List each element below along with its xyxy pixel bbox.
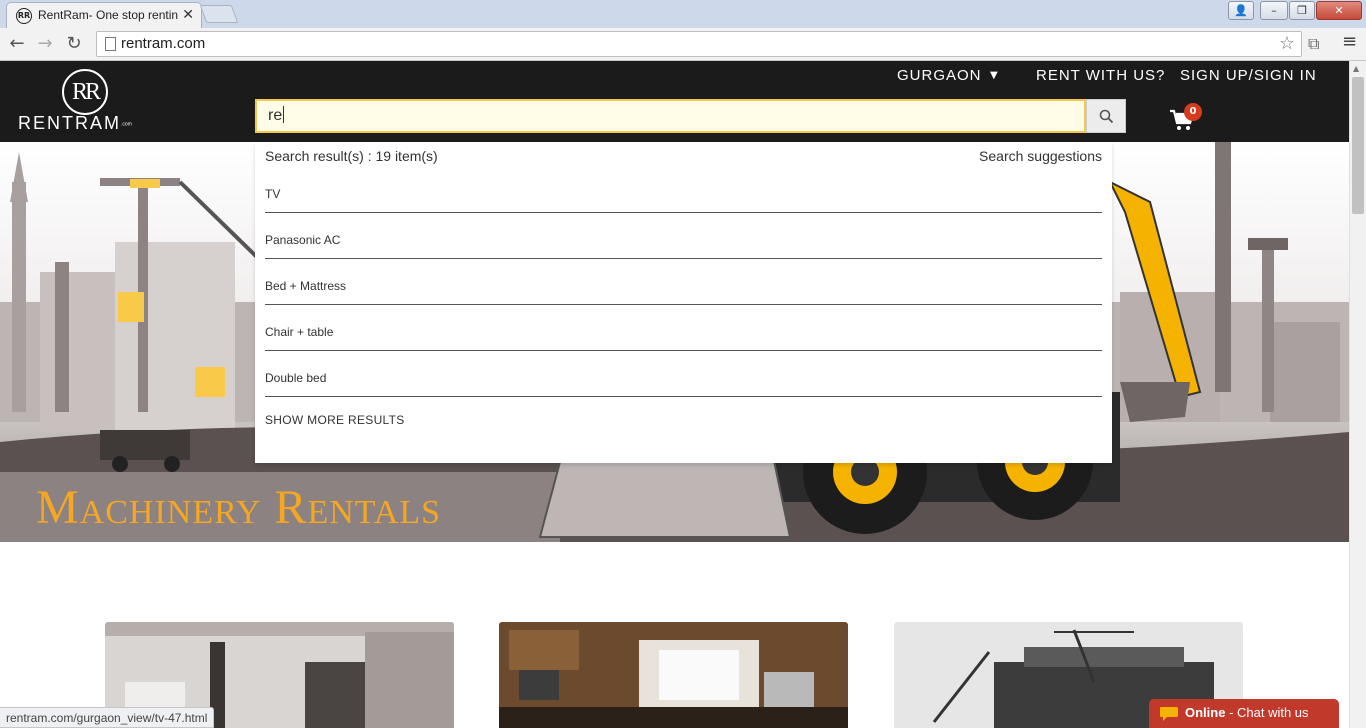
forward-button[interactable]: →: [33, 32, 57, 56]
result-label: Bed + Mattress: [265, 279, 347, 293]
live-chat-button[interactable]: Online - Chat with us: [1149, 699, 1339, 728]
search-result-count: Search result(s) : 19 item(s): [265, 148, 438, 164]
browser-tabstrip: RR RentRam- One stop rentin ✕ 👤 – ❐ ✕: [0, 0, 1366, 28]
back-button[interactable]: ←: [5, 32, 29, 56]
url-text[interactable]: rentram.com: [121, 35, 205, 52]
caret-down-icon[interactable]: ▼: [990, 70, 998, 81]
result-label: TV: [265, 187, 281, 201]
cart-count-badge[interactable]: 0: [1184, 103, 1202, 121]
arrow-right-icon: →: [37, 33, 53, 54]
maximize-button[interactable]: ❐: [1289, 1, 1315, 20]
kitchen-image: [499, 622, 848, 728]
result-label: Double bed: [265, 371, 327, 385]
result-label: Chair + table: [265, 325, 334, 339]
page-scrollbar[interactable]: ▲: [1349, 61, 1366, 728]
text-cursor: [283, 106, 285, 123]
page-icon: [105, 37, 116, 51]
search-result-item[interactable]: Bed + Mattress: [265, 259, 1102, 305]
new-tab-button[interactable]: [199, 5, 239, 23]
minimize-icon: –: [1271, 4, 1277, 17]
close-icon: ✕: [1334, 4, 1344, 17]
rentram-favicon-icon: RR: [16, 8, 32, 24]
rentram-logo-icon[interactable]: RR: [62, 69, 108, 115]
category-card-kitchen[interactable]: [499, 622, 848, 728]
extension-icon[interactable]: ⧉: [1308, 34, 1319, 54]
search-result-item[interactable]: Chair + table: [265, 305, 1102, 351]
search-result-item[interactable]: TV: [265, 167, 1102, 213]
reload-button[interactable]: ↻: [62, 32, 86, 56]
sign-in-link[interactable]: SIGN UP/SIGN IN: [1180, 67, 1317, 84]
search-input[interactable]: re: [255, 99, 1086, 133]
scroll-thumb[interactable]: [1352, 77, 1364, 214]
address-bar[interactable]: rentram.com ☆: [96, 31, 1302, 57]
browser-tab[interactable]: RR RentRam- One stop rentin ✕: [6, 2, 202, 28]
search-result-item[interactable]: Double bed: [265, 351, 1102, 397]
maximize-icon: ❐: [1297, 4, 1307, 17]
tab-title: RentRam- One stop rentin: [38, 8, 178, 22]
search-icon: [1099, 109, 1114, 124]
user-profile-button[interactable]: 👤: [1228, 1, 1254, 20]
logo-suffix: .com: [121, 121, 132, 128]
arrow-left-icon: ←: [9, 33, 25, 54]
window-close-button[interactable]: ✕: [1316, 1, 1362, 20]
chat-text: - Chat with us: [1225, 705, 1309, 720]
search-results-dropdown: Search result(s) : 19 item(s) Search sug…: [255, 142, 1112, 463]
bookmark-star-icon[interactable]: ☆: [1279, 33, 1295, 54]
logo-wordmark[interactable]: RENTRAM.com: [18, 113, 132, 134]
search-suggestions-heading: Search suggestions: [979, 148, 1102, 164]
tab-close-icon[interactable]: ✕: [182, 6, 194, 23]
search-result-item[interactable]: Panasonic AC: [265, 213, 1102, 259]
browser-status-bar: rentram.com/gurgaon_view/tv-47.html: [0, 707, 215, 728]
rent-with-us-link[interactable]: RENT WITH US?: [1036, 67, 1165, 84]
chat-status: Online: [1185, 705, 1226, 720]
chat-bubble-icon: [1160, 707, 1178, 721]
site-header: RR RENTRAM.com GURGAON ▼ RENT WITH US? S…: [0, 61, 1349, 142]
result-label: Panasonic AC: [265, 233, 341, 247]
search-input-text[interactable]: re: [268, 106, 285, 125]
city-selector[interactable]: GURGAON: [897, 67, 982, 84]
chat-label: Online - Chat with us: [1185, 705, 1309, 720]
reload-icon: ↻: [66, 33, 82, 54]
browser-toolbar: ← → ↻ rentram.com ☆ ⧉ ≡: [0, 28, 1366, 61]
search-button[interactable]: [1086, 99, 1126, 133]
show-more-results-link[interactable]: SHOW MORE RESULTS: [265, 413, 405, 427]
minimize-button[interactable]: –: [1260, 1, 1288, 20]
menu-icon[interactable]: ≡: [1342, 31, 1357, 52]
logo-text: RENTRAM: [18, 113, 121, 133]
user-icon: 👤: [1234, 4, 1248, 17]
scroll-up-icon[interactable]: ▲: [1353, 64, 1359, 73]
hero-title: Machinery Rentals: [36, 481, 442, 534]
search-query: re: [268, 107, 283, 124]
